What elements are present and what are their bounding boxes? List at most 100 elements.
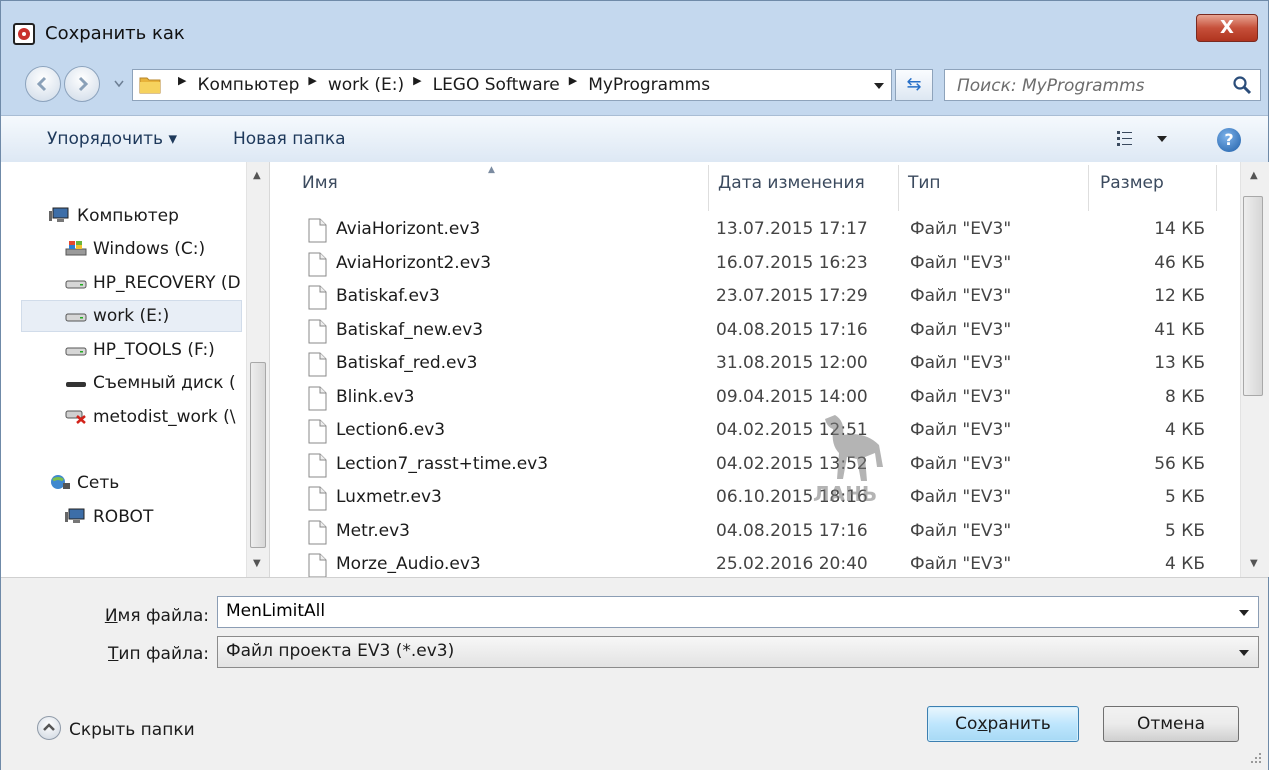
- refresh-button[interactable]: ⇆: [895, 69, 933, 101]
- new-folder-button[interactable]: Новая папка: [233, 129, 346, 149]
- computer-icon: [65, 508, 85, 523]
- file-type: Файл "EV3": [910, 219, 1012, 239]
- breadcrumb-separator-icon[interactable]: ▶: [413, 74, 421, 94]
- nav-item-windows-c[interactable]: Windows (C:): [65, 235, 245, 263]
- file-name: Batiskaf_red.ev3: [336, 353, 478, 373]
- help-button[interactable]: ?: [1217, 128, 1241, 152]
- breadcrumb-separator-icon[interactable]: ▶: [308, 74, 316, 94]
- arrow-right-icon: [78, 76, 89, 92]
- scroll-down-icon[interactable]: ▼: [253, 558, 261, 569]
- nav-item-hp-tools[interactable]: HP_TOOLS (F:): [65, 336, 245, 364]
- network-drive-disconnected-icon: [65, 410, 86, 424]
- column-divider[interactable]: [708, 165, 709, 211]
- file-size: 5 КБ: [1165, 487, 1205, 507]
- column-divider[interactable]: [898, 165, 899, 211]
- file-icon: [308, 285, 327, 310]
- close-button[interactable]: X: [1196, 14, 1258, 42]
- nav-item-metodist-work[interactable]: metodist_work (\: [65, 403, 245, 431]
- save-button[interactable]: Сохранить: [927, 706, 1079, 742]
- file-size: 8 КБ: [1165, 386, 1205, 407]
- column-divider[interactable]: [1216, 165, 1217, 211]
- file-date: 16.07.2015 16:23: [716, 252, 868, 273]
- hide-folders-button[interactable]: Скрыть папки: [37, 716, 195, 740]
- scrollbar-thumb[interactable]: [1243, 196, 1263, 396]
- file-name: AviaHorizont2.ev3: [336, 252, 492, 273]
- breadcrumb-myprogramms[interactable]: MyProgramms: [588, 75, 710, 95]
- nav-item-network[interactable]: Сеть: [49, 469, 244, 497]
- view-options-button[interactable]: [1117, 128, 1177, 150]
- file-type: Файл "EV3": [910, 286, 1012, 306]
- scroll-down-icon[interactable]: ▼: [1250, 558, 1258, 569]
- file-size: 46 КБ: [1154, 252, 1205, 273]
- file-size: 41 КБ: [1154, 319, 1205, 340]
- file-name: Lection6.ev3: [336, 420, 446, 440]
- recent-pages-dropdown-icon[interactable]: [114, 80, 124, 88]
- arrow-left-icon: [36, 76, 47, 92]
- command-toolbar: Упорядочить ▾ Новая папка ?: [1, 115, 1268, 163]
- filename-combobox[interactable]: [217, 596, 1259, 628]
- file-row[interactable]: Metr.ev3 04.08.2015 17:16 Файл "EV3" 5 КБ: [270, 516, 1230, 549]
- file-size: 13 КБ: [1154, 353, 1205, 373]
- file-name: AviaHorizont.ev3: [336, 219, 481, 239]
- title-bar[interactable]: Сохранить как X: [1, 1, 1268, 55]
- column-header-name[interactable]: Имя: [302, 173, 338, 193]
- file-row[interactable]: AviaHorizont.ev3 13.07.2015 17:17 Файл "EV…: [270, 214, 1230, 247]
- breadcrumb-separator-icon[interactable]: ▶: [178, 74, 186, 94]
- file-row[interactable]: Luxmetr.ev3 06.10.2015 18:16 Файл "EV3" 5 К…: [270, 482, 1230, 515]
- column-header-date[interactable]: Дата изменения: [718, 173, 865, 193]
- file-row[interactable]: Lection7_rasst+time.ev3 04.02.2015 13:52 Ф…: [270, 449, 1230, 482]
- cancel-button[interactable]: Отмена: [1103, 706, 1239, 742]
- file-row[interactable]: AviaHorizont2.ev3 16.07.2015 16:23 Файл "E…: [270, 248, 1230, 281]
- file-icon: [308, 553, 327, 577]
- forward-button[interactable]: [64, 66, 100, 102]
- chevron-down-icon[interactable]: [1238, 649, 1250, 657]
- breadcrumb-lego-software[interactable]: LEGO Software: [433, 75, 560, 95]
- address-dropdown-icon[interactable]: [873, 82, 885, 90]
- nav-item-robot[interactable]: ROBOT: [65, 503, 245, 531]
- file-row[interactable]: Batiskaf.ev3 23.07.2015 17:29 Файл "EV3" 12…: [270, 281, 1230, 314]
- lego-app-icon: [13, 23, 35, 45]
- refresh-icon: ⇆: [906, 74, 922, 95]
- file-row[interactable]: Lection6.ev3 04.02.2015 12:51 Файл "EV3" 4 …: [270, 415, 1230, 448]
- column-header-size[interactable]: Размер: [1100, 173, 1164, 193]
- organize-menu-button[interactable]: Упорядочить ▾: [47, 129, 177, 149]
- nav-item-removable-disk[interactable]: Съемный диск (: [65, 369, 245, 397]
- drive-icon: [65, 280, 87, 289]
- search-box[interactable]: [944, 69, 1261, 102]
- breadcrumb-computer[interactable]: Компьютер: [197, 75, 299, 95]
- resize-grip-icon[interactable]: [1250, 752, 1262, 764]
- file-icon: [308, 218, 327, 243]
- file-row[interactable]: Batiskaf_red.ev3 31.08.2015 12:00 Файл "EV…: [270, 348, 1230, 381]
- filename-input[interactable]: [226, 601, 1206, 621]
- view-dropdown-icon: [1157, 136, 1167, 142]
- file-list-scrollbar[interactable]: ▲ ▼: [1240, 162, 1269, 577]
- file-type: Файл "EV3": [910, 353, 1012, 373]
- nav-item-work-e[interactable]: work (E:): [65, 302, 240, 330]
- chevron-down-icon[interactable]: [1238, 609, 1250, 617]
- drive-icon: [65, 347, 87, 356]
- lan-publisher-watermark: ЛАНЬ: [813, 399, 883, 505]
- file-size: 5 КБ: [1165, 520, 1205, 541]
- nav-item-hp-recovery[interactable]: HP_RECOVERY (D: [65, 269, 245, 297]
- filetype-select[interactable]: Файл проекта EV3 (*.ev3): [217, 636, 1259, 668]
- file-row[interactable]: Batiskaf_new.ev3 04.08.2015 17:16 Файл "EV…: [270, 315, 1230, 348]
- scrollbar-thumb[interactable]: [250, 362, 266, 548]
- file-type: Файл "EV3": [910, 386, 1012, 407]
- nav-item-computer[interactable]: Компьютер: [49, 202, 244, 230]
- column-divider[interactable]: [1088, 165, 1089, 211]
- search-icon[interactable]: [1232, 75, 1252, 95]
- scroll-up-icon[interactable]: ▲: [1250, 170, 1258, 181]
- file-date: 31.08.2015 12:00: [716, 353, 868, 373]
- address-bar[interactable]: ▶ Компьютер ▶ work (E:) ▶ LEGO Software …: [132, 69, 892, 101]
- file-row[interactable]: Blink.ev3 09.04.2015 14:00 Файл "EV3" 8 КБ: [270, 382, 1230, 415]
- back-button[interactable]: [25, 66, 61, 102]
- svg-text:ЛАНЬ: ЛАНЬ: [813, 482, 877, 505]
- breadcrumb-separator-icon[interactable]: ▶: [569, 74, 577, 94]
- breadcrumb-work-drive[interactable]: work (E:): [328, 75, 404, 95]
- column-header-type[interactable]: Тип: [908, 173, 941, 193]
- scroll-up-icon[interactable]: ▲: [253, 170, 261, 181]
- file-row[interactable]: Morze_Audio.ev3 25.02.2016 20:40 Файл "EV3…: [270, 549, 1230, 577]
- search-input[interactable]: [945, 70, 1239, 102]
- nav-pane-scrollbar[interactable]: ▲ ▼: [246, 162, 269, 577]
- file-date: 04.08.2015 17:16: [716, 520, 868, 541]
